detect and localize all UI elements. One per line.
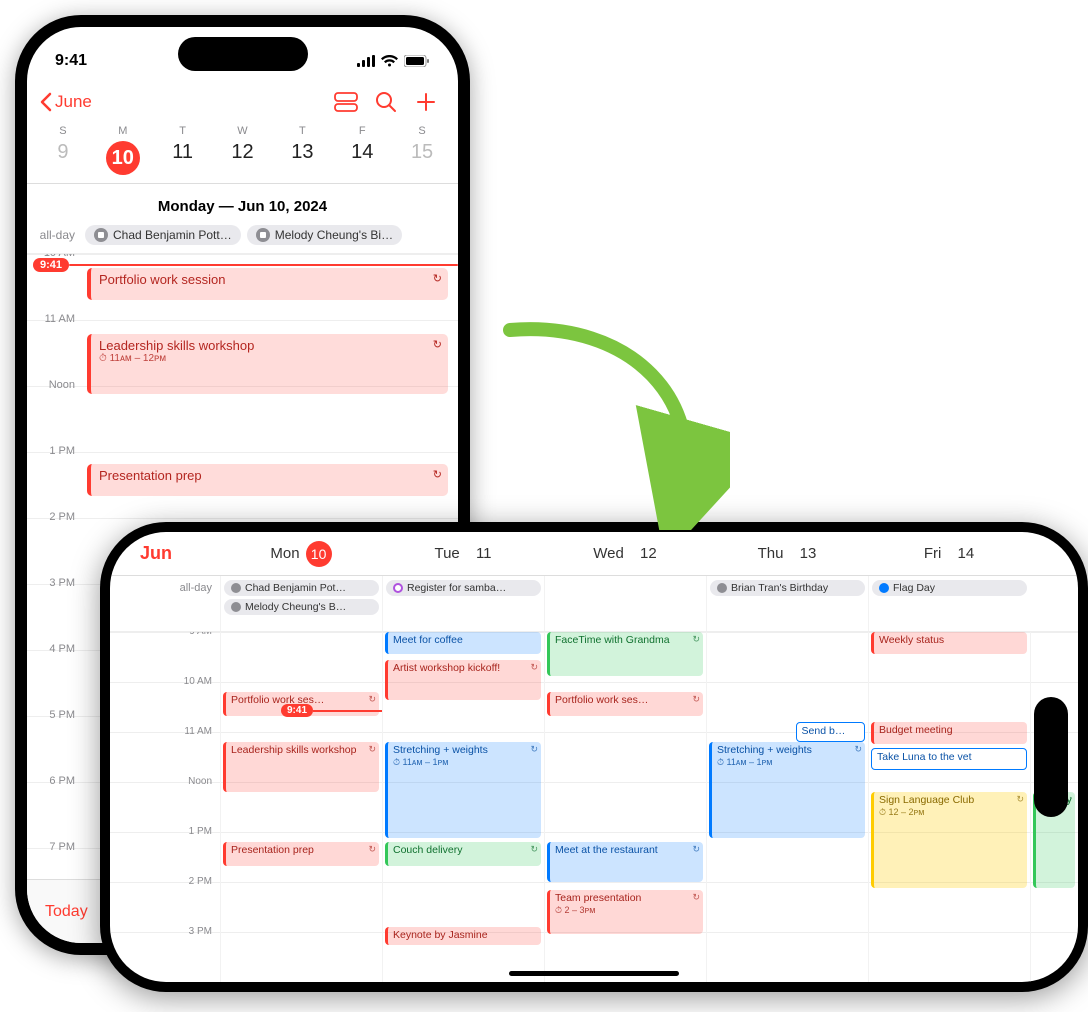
rotate-arrow-icon (490, 310, 730, 530)
calendar-event[interactable]: FaceTime with Grandma↻ (547, 632, 703, 676)
calendar-event[interactable]: Budget meeting (871, 722, 1027, 744)
allday-label: all-day (110, 576, 220, 631)
calendar-event[interactable]: Artist workshop kickoff!↻ (385, 660, 541, 700)
hour-label: 11 AM (45, 313, 75, 325)
calendar-event[interactable]: Meet for coffee (385, 632, 541, 654)
allday-chip[interactable]: Melody Cheung's Bi… (247, 225, 402, 245)
status-time: 9:41 (55, 52, 87, 70)
allday-chip[interactable]: Flag Day (872, 580, 1027, 596)
day-column-wed[interactable]: FaceTime with Grandma↻ Portfolio work ses… (544, 632, 706, 982)
calendar-event[interactable]: Team presentation⏱ 2 – 3ᴘᴍ↻ (547, 890, 703, 934)
calendar-event[interactable]: Leadership skills workshop↻ (223, 742, 379, 792)
search-button[interactable] (366, 82, 406, 122)
week-day-sat[interactable]: S15 (392, 125, 452, 175)
search-icon (375, 91, 397, 113)
header-thu[interactable]: Thu 13 (706, 532, 868, 575)
view-toggle-button[interactable] (326, 82, 366, 122)
calendar-event[interactable]: Meet at the restaurant↻ (547, 842, 703, 882)
hour-label: Noon (49, 379, 75, 391)
day-column-fri[interactable]: Weekly status Budget meeting Take Luna to … (868, 632, 1030, 982)
week-day-mon[interactable]: M10 (93, 125, 153, 175)
add-button[interactable] (406, 82, 446, 122)
hour-label: 2 PM (49, 511, 75, 523)
dynamic-island (178, 37, 308, 71)
allday-chip[interactable]: Brian Tran's Birthday (710, 580, 865, 596)
month-label[interactable]: Jun (110, 532, 220, 575)
wifi-icon (381, 55, 398, 67)
allday-label: all-day (35, 228, 79, 242)
hour-label: 7 PM (49, 841, 75, 853)
calendar-event[interactable]: Send b… (796, 722, 865, 742)
now-indicator: 9:41 (221, 704, 382, 717)
week-day-fri[interactable]: F14 (332, 125, 392, 175)
calendar-event[interactable]: Sign Language Club⏱ 12 – 2ᴘᴍ↻ (871, 792, 1027, 888)
allday-chip[interactable]: Chad Benjamin Pott… (85, 225, 241, 245)
now-indicator: 9:41 (27, 258, 458, 272)
week-day-sun[interactable]: S9 (33, 125, 93, 175)
dynamic-island (1034, 697, 1068, 817)
week-day-wed[interactable]: W12 (213, 125, 273, 175)
calendar-event[interactable]: Stretching + weights⏱ 11ᴀᴍ – 1ᴘᴍ↻ (385, 742, 541, 838)
landscape-grid[interactable]: 9 AM 10 AM 11 AM Noon 1 PM 2 PM 3 PM 9:4… (110, 632, 1078, 982)
home-indicator (509, 971, 679, 976)
allday-chip[interactable]: Melody Cheung's B… (224, 599, 379, 615)
day-column-tue[interactable]: Meet for coffee Artist workshop kickoff!↻… (382, 632, 544, 982)
calendar-event[interactable]: Keynote by Jasmine (385, 927, 541, 945)
header-fri[interactable]: Fri 14 (868, 532, 1030, 575)
landscape-allday: all-day Chad Benjamin Pot… Melody Cheung'… (110, 576, 1078, 632)
nav-bar: June (27, 79, 458, 125)
day-column-thu[interactable]: Send b…Stretching + weights⏱ 11ᴀᴍ – 1ᴘᴍ↻ (706, 632, 868, 982)
date-title: Monday — Jun 10, 2024 (27, 184, 458, 225)
calendar-event[interactable]: Weekly status (871, 632, 1027, 654)
today-button[interactable]: Today (45, 903, 88, 921)
allday-chip[interactable]: Register for samba… (386, 580, 541, 596)
hour-label: 4 PM (49, 643, 75, 655)
calendar-event[interactable]: Presentation prep↻ (87, 464, 448, 496)
cellular-icon (357, 55, 375, 67)
list-view-icon (333, 91, 359, 113)
calendar-event[interactable]: Presentation prep↻ (223, 842, 379, 866)
allday-chip[interactable]: Chad Benjamin Pot… (224, 580, 379, 596)
calendar-event[interactable]: Portfolio work ses…↻ (547, 692, 703, 716)
gift-icon (256, 228, 270, 242)
header-mon[interactable]: Mon10 (220, 532, 382, 575)
week-day-thu[interactable]: T13 (272, 125, 332, 175)
calendar-event[interactable]: Leadership skills workshop⏱ 11ᴀᴍ – 12ᴘᴍ↻ (87, 334, 448, 394)
hour-label: 5 PM (49, 709, 75, 721)
week-strip[interactable]: S9 M10 T11 W12 T13 F14 S15 (27, 125, 458, 184)
landscape-screen: Jun Mon10 Tue 11 Wed 12 Thu 13 Fri 14 al… (110, 532, 1078, 982)
hour-label: 1 PM (49, 445, 75, 457)
week-header: Jun Mon10 Tue 11 Wed 12 Thu 13 Fri 14 (110, 532, 1078, 576)
phone-landscape-frame: Jun Mon10 Tue 11 Wed 12 Thu 13 Fri 14 al… (100, 522, 1088, 992)
day-column-mon[interactable]: 9:41 Portfolio work ses…↻Leadership skil… (220, 632, 382, 982)
calendar-event[interactable]: Portfolio work session↻ (87, 268, 448, 300)
status-icons (357, 55, 430, 67)
week-day-tue[interactable]: T11 (153, 125, 213, 175)
calendar-event[interactable]: Take Luna to the vet (871, 748, 1027, 770)
hour-label: 3 PM (49, 577, 75, 589)
plus-icon (415, 91, 437, 113)
allday-row: all-day Chad Benjamin Pott… Melody Cheun… (27, 225, 458, 254)
header-tue[interactable]: Tue 11 (382, 532, 544, 575)
gift-icon (94, 228, 108, 242)
calendar-event[interactable]: Couch delivery↻ (385, 842, 541, 866)
header-wed[interactable]: Wed 12 (544, 532, 706, 575)
calendar-event[interactable]: Stretching + weights⏱ 11ᴀᴍ – 1ᴘᴍ↻ (709, 742, 865, 838)
hour-label: 6 PM (49, 775, 75, 787)
battery-icon (404, 55, 430, 67)
back-label: June (55, 92, 92, 112)
chevron-left-icon (39, 92, 53, 112)
hour-gutter: 9 AM 10 AM 11 AM Noon 1 PM 2 PM 3 PM (110, 632, 220, 982)
back-button[interactable]: June (39, 92, 92, 112)
